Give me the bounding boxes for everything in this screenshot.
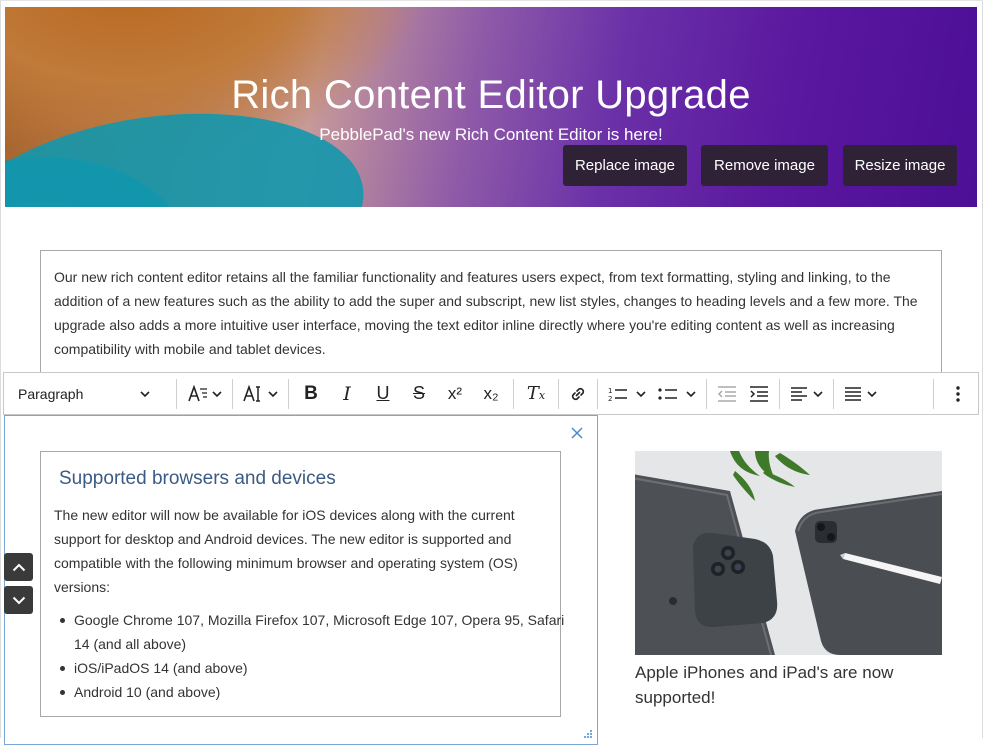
toolbar-divider [513, 378, 514, 409]
more-options-icon [956, 385, 960, 402]
align-button[interactable] [784, 378, 829, 410]
header-banner: Rich Content Editor Upgrade PebblePad's … [5, 7, 977, 207]
move-up-button[interactable] [4, 553, 33, 581]
svg-text:1: 1 [608, 387, 612, 395]
clear-formatting-icon: Tx [526, 383, 546, 404]
link-icon [571, 387, 585, 400]
card-body-text: The new editor will now be available for… [54, 507, 518, 595]
superscript-icon: x² [447, 383, 463, 403]
numbered-list-icon: 12 [608, 387, 627, 402]
toolbar-divider [288, 378, 289, 409]
banner-title: Rich Content Editor Upgrade [231, 73, 751, 117]
subscript-button[interactable]: x₂ [473, 378, 509, 410]
replace-image-button[interactable]: Replace image [563, 145, 687, 186]
chevron-down-icon [867, 390, 877, 397]
toolbar-divider [933, 378, 934, 409]
move-down-button[interactable] [4, 586, 33, 614]
font-family-icon [188, 384, 207, 401]
svg-text:2: 2 [608, 395, 612, 402]
font-size-icon [243, 384, 260, 402]
bulleted-list-button[interactable] [652, 378, 702, 410]
devices-illustration [635, 451, 942, 655]
block-format-select[interactable]: Paragraph [4, 373, 164, 414]
bulleted-list-icon [658, 387, 677, 400]
underline-button[interactable]: U [365, 378, 401, 410]
list-item: Android 10 (and above) [60, 680, 574, 704]
supported-versions-list: Google Chrome 107, Mozilla Firefox 107, … [54, 608, 574, 704]
remove-image-button[interactable]: Remove image [701, 145, 828, 186]
toolbar-divider [779, 378, 780, 409]
toolbar-divider [558, 378, 559, 409]
font-size-button[interactable] [237, 378, 284, 410]
line-height-icon [845, 386, 861, 401]
resize-image-button[interactable]: Resize image [843, 145, 957, 186]
italic-button[interactable]: I [329, 378, 365, 410]
align-icon [791, 386, 807, 401]
numbered-list-button[interactable]: 12 [602, 378, 652, 410]
indent-button[interactable] [743, 378, 775, 410]
toolbar-divider [597, 378, 598, 409]
close-icon[interactable] [569, 425, 585, 441]
strikethrough-button[interactable]: S [401, 378, 437, 410]
underline-icon: U [376, 383, 390, 403]
chevron-down-icon [268, 390, 278, 397]
outdent-icon [717, 385, 736, 402]
editor-toolbar: Paragraph B I U S x² x₂ Tx 12 [3, 372, 979, 415]
link-button[interactable] [563, 378, 593, 410]
bold-button[interactable]: B [293, 378, 329, 410]
outdent-button[interactable] [711, 378, 743, 410]
chevron-down-icon [636, 390, 646, 397]
toolbar-divider [176, 378, 177, 409]
chevron-down-icon [12, 596, 25, 604]
toolbar-divider [232, 378, 233, 409]
card-title: Supported browsers and devices [59, 468, 336, 489]
list-item: iOS/iPadOS 14 (and above) [60, 656, 574, 680]
block-format-label: Paragraph [18, 385, 84, 402]
chevron-down-icon [813, 390, 823, 397]
intro-text-block[interactable]: Our new rich content editor retains all … [40, 250, 942, 374]
chevron-down-icon [686, 390, 696, 397]
resize-handle-icon[interactable] [583, 729, 593, 738]
font-family-button[interactable] [181, 378, 228, 410]
supported-browsers-card[interactable]: Supported browsers and devices The new e… [40, 451, 564, 717]
toolbar-divider [833, 378, 834, 409]
subscript-icon: x₂ [483, 383, 499, 403]
banner-subtitle: PebblePad's new Rich Content Editor is h… [319, 125, 663, 144]
indent-icon [750, 385, 768, 402]
superscript-button[interactable]: x² [437, 378, 473, 410]
clear-formatting-button[interactable]: Tx [518, 378, 554, 410]
more-options-button[interactable] [938, 378, 978, 410]
line-height-button[interactable] [838, 378, 883, 410]
image-caption: Apple iPhones and iPad's are now support… [635, 663, 894, 707]
chevron-down-icon [140, 390, 150, 397]
strikethrough-icon: S [412, 383, 425, 403]
iphone-ipad-photo[interactable] [635, 451, 942, 655]
chevron-up-icon [12, 563, 25, 571]
list-item: Google Chrome 107, Mozilla Firefox 107, … [60, 608, 574, 656]
chevron-down-icon [212, 390, 222, 397]
toolbar-divider [706, 378, 707, 409]
italic-icon: I [343, 382, 351, 405]
bold-icon: B [304, 382, 318, 404]
